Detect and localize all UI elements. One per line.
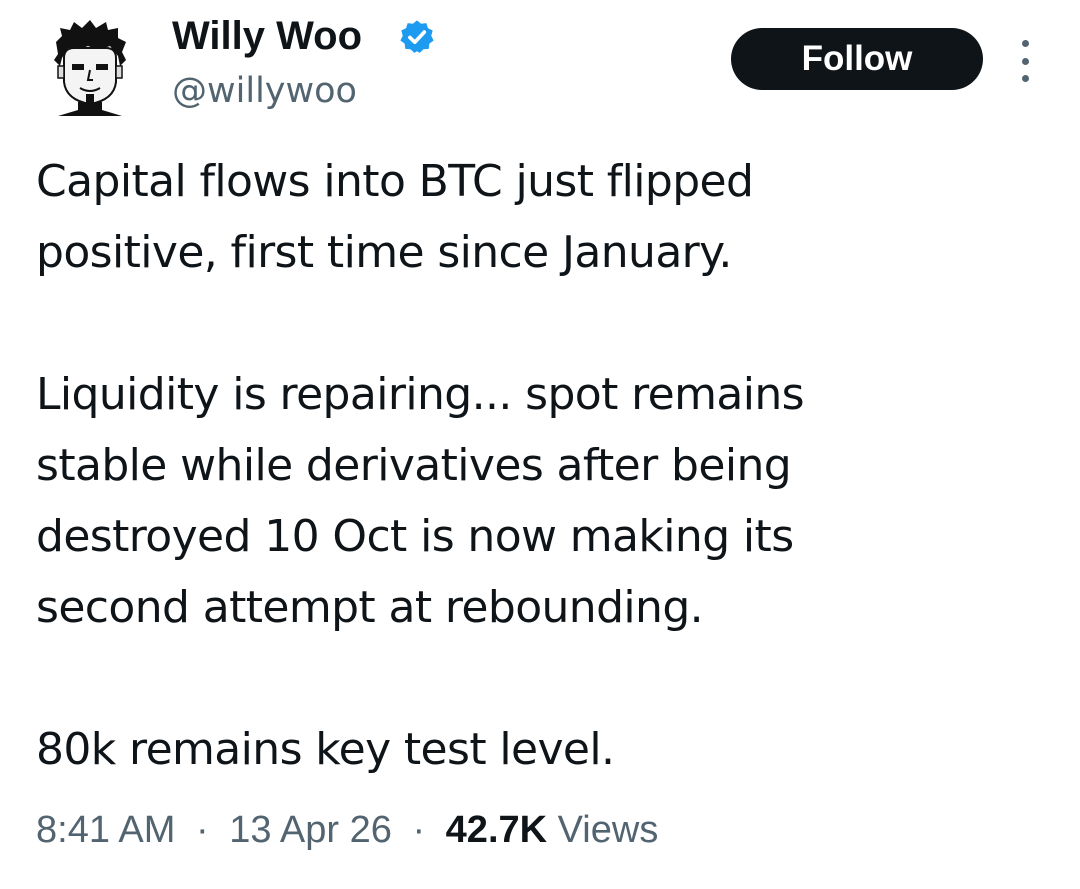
avatar-portrait-icon [54,20,126,116]
tweet-paragraph: 80k remains key test level. [36,724,615,775]
avatar[interactable] [48,20,132,120]
tweet-meta: 8:41 AM · 13 Apr 26 · 42.7K Views [36,804,658,856]
views-count[interactable]: 42.7K [446,809,547,851]
meta-separator: · [195,809,209,851]
more-options-button[interactable] [1010,36,1040,86]
vertical-ellipsis-icon [1021,40,1029,47]
meta-separator: · [412,809,426,851]
tweet-date[interactable]: 13 Apr 26 [229,809,392,851]
tweet-text: Capital flows into BTC just flipped posi… [36,146,1046,785]
author-display-name[interactable]: Willy Woo [172,10,362,62]
tweet-paragraph: Capital flows into BTC just flipped posi… [36,156,754,278]
tweet-paragraph: Liquidity is repairing... spot remains s… [36,369,805,633]
views-label: Views [557,809,659,851]
author-handle[interactable]: @willywoo [172,68,357,114]
verified-badge-icon [398,18,436,56]
follow-button-label: Follow [801,39,913,78]
tweet-time[interactable]: 8:41 AM [36,809,175,851]
follow-button[interactable]: Follow [731,28,983,90]
